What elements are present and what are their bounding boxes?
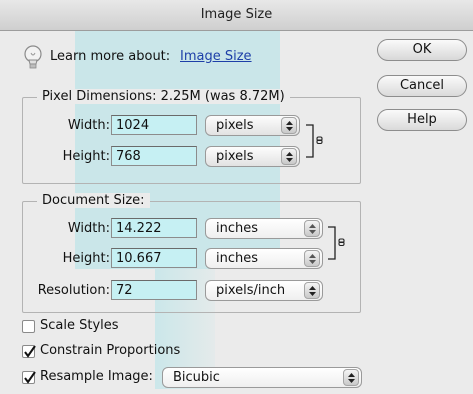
- scale-styles-checkbox[interactable]: [22, 320, 35, 333]
- pixel-height-input[interactable]: [111, 146, 197, 166]
- checkmark-icon: [24, 345, 36, 358]
- popup-arrows-icon: [304, 220, 320, 237]
- window-title: Image Size: [200, 7, 273, 22]
- link-chain-icon: [328, 226, 345, 260]
- popup-arrows-icon: [343, 369, 359, 386]
- scale-styles-label: Scale Styles: [40, 318, 119, 333]
- lightbulb-icon: [23, 45, 43, 71]
- pixel-width-label: Width:: [67, 118, 110, 133]
- pixel-width-unit-value: pixels: [216, 118, 254, 133]
- help-button[interactable]: Help: [377, 109, 467, 131]
- document-size-legend: Document Size:: [37, 193, 150, 208]
- document-height-label: Height:: [62, 251, 110, 266]
- document-height-input[interactable]: [111, 248, 197, 268]
- document-height-unit-value: inches: [216, 251, 259, 266]
- pixel-height-unit-select[interactable]: pixels: [205, 146, 300, 167]
- title-bar[interactable]: Image Size: [0, 0, 473, 31]
- resolution-unit-value: pixels/inch: [216, 283, 286, 298]
- image-size-help-link[interactable]: Image Size: [180, 49, 252, 64]
- constrain-proportions-label: Constrain Proportions: [40, 343, 181, 358]
- cancel-button[interactable]: Cancel: [377, 75, 467, 97]
- learn-more-label: Learn more about:: [50, 49, 171, 64]
- popup-arrows-icon: [304, 282, 320, 299]
- pixel-width-unit-select[interactable]: pixels: [205, 115, 300, 136]
- checkmark-icon: [24, 371, 36, 384]
- resample-image-checkbox[interactable]: [22, 371, 36, 384]
- resample-method-value: Bicubic: [173, 370, 220, 385]
- popup-arrows-icon: [281, 148, 297, 165]
- resolution-input[interactable]: [111, 280, 197, 300]
- pixel-height-unit-value: pixels: [216, 149, 254, 164]
- document-width-unit-value: inches: [216, 221, 259, 236]
- resolution-unit-select[interactable]: pixels/inch: [205, 280, 323, 301]
- link-chain-icon: [306, 124, 323, 158]
- pixel-dimensions-legend: Pixel Dimensions: 2.25M (was 8.72M): [37, 89, 290, 104]
- popup-arrows-icon: [304, 250, 320, 267]
- document-width-unit-select[interactable]: inches: [205, 218, 323, 239]
- pixel-width-input[interactable]: [111, 115, 197, 135]
- document-width-label: Width:: [67, 221, 110, 236]
- pixel-height-label: Height:: [62, 149, 110, 164]
- document-height-unit-select[interactable]: inches: [205, 248, 323, 269]
- ok-button[interactable]: OK: [377, 39, 467, 61]
- resolution-label: Resolution:: [37, 283, 110, 298]
- popup-arrows-icon: [281, 117, 297, 134]
- resample-method-select[interactable]: Bicubic: [162, 367, 362, 388]
- resample-image-label: Resample Image:: [40, 369, 153, 384]
- document-width-input[interactable]: [111, 218, 197, 238]
- constrain-proportions-checkbox[interactable]: [22, 345, 36, 358]
